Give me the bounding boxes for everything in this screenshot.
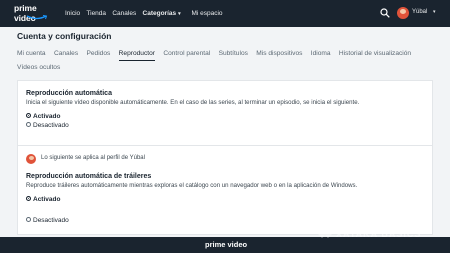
user-avatar[interactable] [397,7,409,19]
tab-subtitulos[interactable]: Subtítulos [219,47,248,60]
autoplay-off-label: Desactivado [33,122,69,129]
nav-categorias[interactable]: Categorías ▾ [143,10,186,17]
autoplay-description: Inicia el siguiente vídeo disponible aut… [26,99,360,106]
trailers-title: Reproducción automática de tráileres [26,173,152,180]
prime-video-logo[interactable]: prime video [14,3,59,23]
tab-idioma[interactable]: Idioma [311,47,331,60]
main-nav: Inicio Tienda Canales Categorías ▾ Mi esp… [65,9,227,19]
player-settings-card: Reproducción automática Inicia el siguie… [17,80,433,235]
tab-control-parental[interactable]: Control parental [163,47,210,60]
chevron-down-icon: ▾ [178,11,181,17]
tab-historial[interactable]: Historial de visualización [339,47,411,60]
radio-unselected-icon[interactable] [26,121,31,127]
settings-tabs: Mi cuenta Canales Pedidos Reproductor Co… [17,47,442,74]
nav-mi-espacio[interactable]: Mi espacio [191,10,222,17]
trailers-off-label: Desactivado [33,217,69,224]
section-divider [18,145,432,146]
footer-bar: prime video [0,237,450,253]
tab-videos-ocultos[interactable]: Vídeos ocultos [17,61,60,74]
autoplay-on-label: Activado [33,113,61,120]
watermark-icon [318,230,332,238]
search-icon[interactable] [380,8,390,18]
autoplay-off-option[interactable]: Desactivado [26,121,69,129]
trailers-description: Reproduce tráileres automáticamente mien… [26,182,358,189]
autoplay-title: Reproducción automática [26,90,112,97]
nav-canales[interactable]: Canales [112,10,136,17]
top-navigation-bar: prime video Inicio Tienda Canales Catego… [0,0,450,27]
nav-tienda[interactable]: Tienda [86,10,106,17]
profile-notice: Lo siguiente se aplica al perfil de Yúba… [41,155,145,161]
radio-unselected-icon[interactable] [26,216,31,222]
tab-canales[interactable]: Canales [54,47,78,60]
trailers-off-option[interactable]: Desactivado [26,216,69,224]
smile-arrow-icon [26,15,48,20]
tab-reproductor[interactable]: Reproductor [118,47,155,61]
page-title: Cuenta y configuración [17,31,112,41]
user-name[interactable]: Yúbal [412,9,427,15]
tab-mis-dispositivos[interactable]: Mis dispositivos [256,47,302,60]
tab-mi-cuenta[interactable]: Mi cuenta [17,47,46,60]
profile-avatar [26,154,36,164]
chevron-down-icon[interactable]: ▾ [433,9,436,15]
autoplay-on-option[interactable]: Activado [26,112,61,120]
radio-selected-icon[interactable] [26,195,31,201]
nav-categorias-label: Categorías [142,10,177,17]
nav-inicio[interactable]: Inicio [65,10,80,17]
trailers-on-label: Activado [33,196,61,203]
watermark-text: XATAKA BASICS [336,229,422,239]
trailers-on-option[interactable]: Activado [26,195,61,203]
tab-pedidos[interactable]: Pedidos [86,47,110,60]
footer-logo: prime video [205,240,248,249]
radio-selected-icon[interactable] [26,112,31,118]
